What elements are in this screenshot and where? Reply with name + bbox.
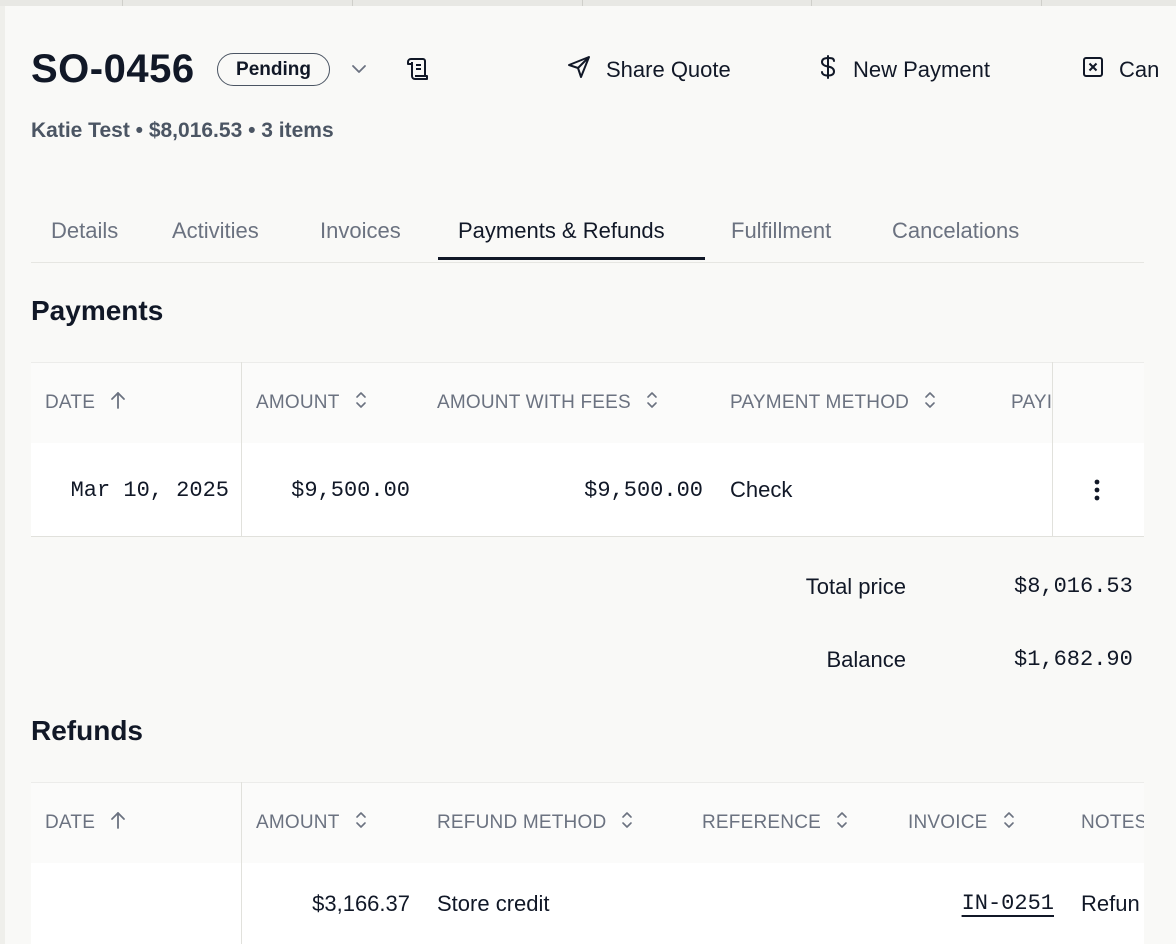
payment-amount: $9,500.00 xyxy=(291,477,410,503)
active-tab-indicator xyxy=(438,257,705,260)
sort-icon xyxy=(835,810,849,836)
tab-fulfillment[interactable]: Fulfillment xyxy=(731,208,831,260)
column-header-payment-method[interactable]: PAYMENT METHOD xyxy=(730,363,937,443)
column-header-payment-truncated[interactable]: PAYI xyxy=(1011,363,1052,443)
status-badge[interactable]: Pending xyxy=(217,53,330,86)
payment-date: Mar 10, 2025 xyxy=(70,477,229,503)
share-quote-label: Share Quote xyxy=(606,57,731,82)
column-divider xyxy=(241,362,242,537)
tab-cancelations[interactable]: Cancelations xyxy=(892,208,1019,260)
refunds-heading: Refunds xyxy=(31,715,143,746)
column-header-date[interactable]: DATE xyxy=(45,363,127,443)
cancel-order-button[interactable]: Can xyxy=(1081,52,1159,88)
arrow-up-icon xyxy=(109,390,127,416)
sort-icon xyxy=(620,810,634,836)
table-row[interactable]: Mar 10, 2025 $9,500.00 $9,500.00 Check xyxy=(31,443,1144,537)
payment-amount-with-fees: $9,500.00 xyxy=(584,477,703,503)
new-payment-label: New Payment xyxy=(853,57,990,82)
cancel-order-label: Can xyxy=(1119,57,1160,82)
column-header-invoice[interactable]: INVOICE xyxy=(908,783,1016,863)
refund-amount: $3,166.37 xyxy=(312,890,410,916)
payment-method: Check xyxy=(730,477,793,502)
receipt-icon[interactable] xyxy=(405,57,431,83)
column-header-amount[interactable]: AMOUNT xyxy=(256,783,368,863)
column-header-notes[interactable]: NOTES xyxy=(1081,783,1144,863)
sort-icon xyxy=(354,390,368,416)
refunds-table-header: DATE AMOUNT REFUND METHOD REFERENCE INVO… xyxy=(31,782,1144,864)
close-square-icon xyxy=(1081,55,1119,85)
refund-method: Store credit xyxy=(437,890,550,916)
sort-icon xyxy=(354,810,368,836)
column-header-amount-with-fees[interactable]: AMOUNT WITH FEES xyxy=(437,363,659,443)
column-divider xyxy=(241,782,242,944)
balance-label: Balance xyxy=(826,647,906,672)
row-divider xyxy=(31,536,1144,537)
order-number: SO-0456 xyxy=(31,47,195,91)
new-payment-button[interactable]: New Payment xyxy=(817,52,990,88)
chevron-down-icon[interactable] xyxy=(348,58,370,80)
more-vertical-icon[interactable] xyxy=(1087,443,1107,537)
total-price-label: Total price xyxy=(805,574,906,599)
payments-table: DATE AMOUNT AMOUNT WITH FEES PAYMENT MET… xyxy=(31,362,1144,537)
sort-icon xyxy=(1002,810,1016,836)
arrow-up-icon xyxy=(109,810,127,836)
tab-bar: Details Activities Invoices Payments & R… xyxy=(31,208,1144,263)
order-summary: Katie Test • $8,016.53 • 3 items xyxy=(31,119,334,142)
send-icon xyxy=(566,54,606,86)
refunds-table: DATE AMOUNT REFUND METHOD REFERENCE INVO… xyxy=(31,782,1144,944)
column-header-reference[interactable]: REFERENCE xyxy=(702,783,849,863)
total-price-value: $8,016.53 xyxy=(1014,574,1133,599)
refund-notes: Refun xyxy=(1081,890,1140,916)
sort-icon xyxy=(923,390,937,416)
tab-payments-refunds[interactable]: Payments & Refunds xyxy=(458,208,665,260)
tab-invoices[interactable]: Invoices xyxy=(320,208,401,260)
share-quote-button[interactable]: Share Quote xyxy=(566,52,731,88)
column-header-refund-method[interactable]: REFUND METHOD xyxy=(437,783,634,863)
payments-table-header: DATE AMOUNT AMOUNT WITH FEES PAYMENT MET… xyxy=(31,362,1144,444)
invoice-link[interactable]: IN-0251 xyxy=(962,863,1054,944)
balance-value: $1,682.90 xyxy=(1014,647,1133,672)
column-header-amount[interactable]: AMOUNT xyxy=(256,363,368,443)
tab-details[interactable]: Details xyxy=(51,208,118,260)
dollar-icon xyxy=(817,54,853,86)
table-row[interactable]: $3,166.37 Store credit IN-0251 Refun xyxy=(31,863,1144,944)
column-header-date[interactable]: DATE xyxy=(45,783,127,863)
tab-activities[interactable]: Activities xyxy=(172,208,259,260)
column-divider xyxy=(1052,362,1053,537)
sort-icon xyxy=(645,390,659,416)
payments-heading: Payments xyxy=(31,295,164,326)
